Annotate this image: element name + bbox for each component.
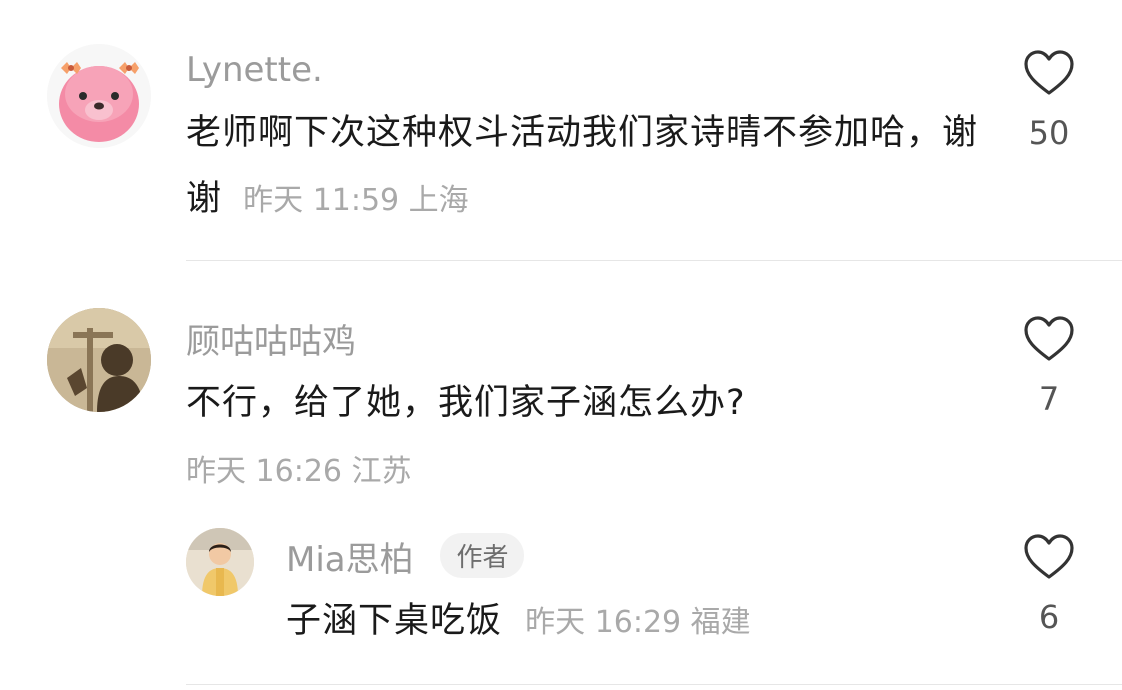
like-button[interactable]: 6: [1014, 534, 1084, 636]
comment-username[interactable]: Lynette.: [186, 50, 323, 90]
reply-username[interactable]: Mia思柏: [286, 540, 414, 580]
comment-meta: 昨天 16:26 江苏: [186, 454, 412, 489]
like-button[interactable]: 50: [1014, 50, 1084, 152]
silhouette-avatar-icon: [47, 308, 151, 412]
avatar[interactable]: [47, 308, 151, 412]
like-count: 6: [1038, 598, 1060, 636]
reply-text-container: 子涵下桌吃饭 昨天 16:29 福建: [286, 588, 986, 656]
reply-meta: 昨天 16:29 福建: [525, 605, 751, 640]
author-badge: 作者: [440, 533, 525, 578]
avatar[interactable]: [186, 528, 254, 596]
comment-text-container: 老师啊下次这种权斗活动我们家诗晴不参加哈，谢谢 昨天 11:59 上海: [186, 100, 986, 234]
like-count: 50: [1028, 114, 1070, 152]
like-count: 7: [1038, 380, 1060, 418]
comment-list: Lynette. 老师啊下次这种权斗活动我们家诗晴不参加哈，谢谢 昨天 11:5…: [0, 0, 1122, 690]
comment-meta: 昨天 11:59 上海: [243, 183, 469, 218]
reply-username-row: Mia思柏 作者: [286, 532, 525, 581]
heart-icon: [1024, 316, 1074, 361]
comment-text: 不行，给了她，我们家子涵怎么办?: [186, 383, 746, 423]
comment-username[interactable]: 顾咕咕咕鸡: [186, 314, 356, 363]
child-photo-avatar-icon: [186, 528, 254, 596]
heart-icon: [1024, 50, 1074, 95]
reply-text: 子涵下桌吃饭: [286, 601, 503, 641]
avatar[interactable]: [47, 44, 151, 148]
divider: [186, 260, 1122, 261]
divider: [186, 684, 1122, 685]
heart-icon: [1024, 534, 1074, 579]
like-button[interactable]: 7: [1014, 316, 1084, 418]
pink-bear-avatar-icon: [47, 44, 151, 148]
